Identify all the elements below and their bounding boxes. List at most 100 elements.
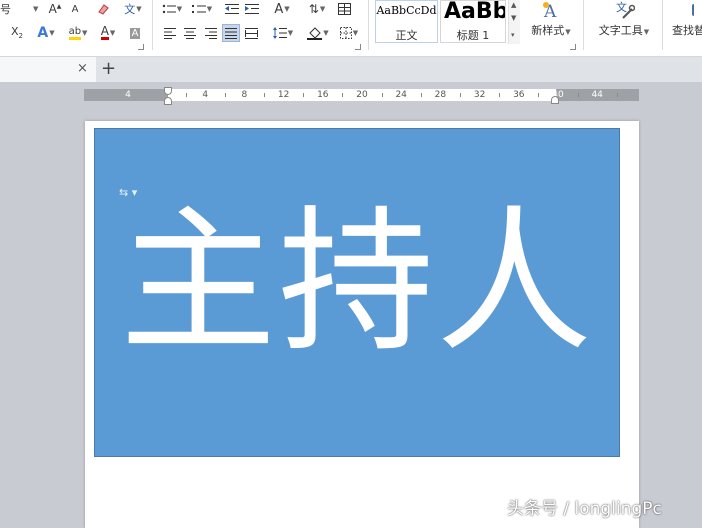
document-tab-bar: × + [0, 56, 702, 82]
align-left-button[interactable] [161, 24, 179, 42]
ruler-tick [616, 93, 618, 97]
ruler-tick [577, 93, 579, 97]
styles-dialog-launcher[interactable] [570, 44, 576, 50]
grow-font-button[interactable]: A▲ [47, 0, 63, 18]
table-button[interactable] [336, 0, 352, 18]
eraser-icon [98, 4, 109, 15]
distributed-button[interactable] [242, 24, 260, 42]
align-center-icon [184, 27, 196, 39]
paragraph-dialog-launcher[interactable] [355, 44, 361, 50]
chevron-down-icon: ▼ [287, 29, 294, 37]
find-replace-label: 查找替 [672, 24, 702, 37]
text-tools-label: 文字工具 [598, 24, 643, 37]
ruler-tick [499, 93, 501, 97]
ruler-number: 28 [434, 90, 447, 100]
ruler-tick [538, 93, 540, 97]
new-tab-icon[interactable]: + [101, 58, 116, 79]
divider [583, 0, 584, 50]
main-heading-text[interactable]: 主持人 [94, 182, 620, 382]
divider [368, 0, 369, 50]
style-normal[interactable]: AaBbCcDd 正文 [375, 0, 438, 43]
char-shading-button[interactable]: A [127, 24, 143, 42]
text-effect-icon: A [37, 25, 49, 41]
clear-format-button[interactable] [95, 0, 111, 18]
style-gallery-scroller[interactable]: ▲ ▼ ▾ [508, 0, 520, 44]
highlight-button[interactable]: ab ▼ [64, 24, 92, 42]
align-left-icon [164, 27, 176, 39]
ruler-number: 24 [395, 90, 407, 100]
paint-bucket-icon [307, 26, 323, 40]
document-tab[interactable]: × [0, 57, 96, 82]
ruler-tick [224, 93, 226, 97]
chevron-down-icon: ▼ [565, 28, 571, 36]
line-spacing-button[interactable]: ▼ [269, 24, 297, 42]
font-color-icon: A [100, 24, 109, 40]
phonetic-guide-button[interactable]: 文 ▼ [119, 0, 147, 18]
ruler-number: 8 [241, 90, 248, 100]
justify-button[interactable] [222, 24, 240, 42]
ruler-tick [420, 93, 422, 97]
gallery-more-icon: ▾ [511, 31, 515, 39]
font-size-select[interactable]: 号 ▼ [0, 0, 40, 18]
scroll-down-icon: ▼ [511, 14, 517, 22]
distributed-align-icon [244, 27, 258, 39]
chevron-down-icon: ▼ [49, 29, 55, 37]
chevron-down-icon: ▼ [82, 29, 88, 37]
text-tools-icon: 文 [616, 0, 635, 19]
align-center-button[interactable] [181, 24, 199, 42]
phonetic-icon: 文 [124, 3, 136, 16]
align-right-button[interactable] [202, 24, 220, 42]
ruler-tick [460, 93, 461, 97]
font-dialog-launcher[interactable] [138, 44, 144, 50]
bullets-button[interactable]: ▼ [159, 0, 185, 18]
left-indent-marker[interactable] [164, 97, 172, 105]
subscript-icon: X2 [10, 25, 23, 41]
chinese-layout-button[interactable]: A ▼ [268, 0, 296, 18]
chevron-down-icon: ▼ [284, 5, 290, 13]
style-heading1[interactable]: AaBb 标题 1 [440, 0, 506, 43]
style-normal-label: 正文 [395, 29, 418, 42]
sort-icon: ⇅ [308, 2, 319, 16]
ruler-number: 12 [277, 90, 290, 100]
highlight-icon: ab [68, 26, 82, 40]
shrink-font-button[interactable]: A [68, 0, 82, 18]
find-replace-button[interactable]: 查找替 [672, 0, 702, 38]
chevron-down-icon: ▼ [33, 5, 39, 13]
divider [152, 0, 153, 50]
style-heading1-sample: AaBb [444, 0, 505, 24]
bullet-list-icon [162, 4, 176, 14]
text-effect-button[interactable]: A ▼ [35, 24, 57, 42]
ruler-number: 16 [317, 90, 329, 100]
text-tools-button[interactable]: 文 文字工具▼ [592, 0, 656, 38]
first-line-indent-marker[interactable] [164, 87, 172, 95]
font-color-button[interactable]: A ▼ [96, 24, 120, 42]
border-icon [339, 27, 352, 39]
line-spacing-icon [272, 27, 287, 39]
grow-font-icon: A▲ [48, 2, 62, 16]
shading-button[interactable]: ▼ [304, 24, 332, 42]
binoculars-icon [692, 4, 694, 16]
numbering-button[interactable]: ▼ [189, 0, 215, 18]
borders-button[interactable]: ▼ [336, 24, 362, 42]
chevron-down-icon: ▼ [323, 29, 329, 37]
sort-button[interactable]: ⇅ ▼ [304, 0, 330, 18]
ruler-number: 20 [356, 90, 368, 100]
align-justify-icon [225, 27, 237, 39]
ruler-tick [185, 93, 187, 97]
decrease-indent-button[interactable] [224, 0, 240, 18]
subscript-button[interactable]: X2 [7, 24, 27, 42]
new-style-label: 新样式 [531, 24, 565, 37]
ruler-number: 4 [202, 90, 209, 100]
outdent-icon [225, 4, 239, 14]
chevron-down-icon: ▼ [176, 5, 183, 13]
chinese-layout-icon: A [274, 1, 284, 17]
new-style-button[interactable]: A 新样式▼ [526, 0, 576, 38]
close-icon[interactable]: × [77, 61, 88, 76]
ruler-tick [264, 93, 265, 97]
increase-indent-button[interactable] [244, 0, 260, 18]
ruler-number: 44 [591, 90, 603, 100]
right-indent-marker[interactable] [551, 96, 559, 104]
chevron-down-icon: ▼ [136, 5, 142, 13]
align-right-icon [205, 27, 217, 39]
chevron-down-icon: ▼ [319, 5, 326, 13]
